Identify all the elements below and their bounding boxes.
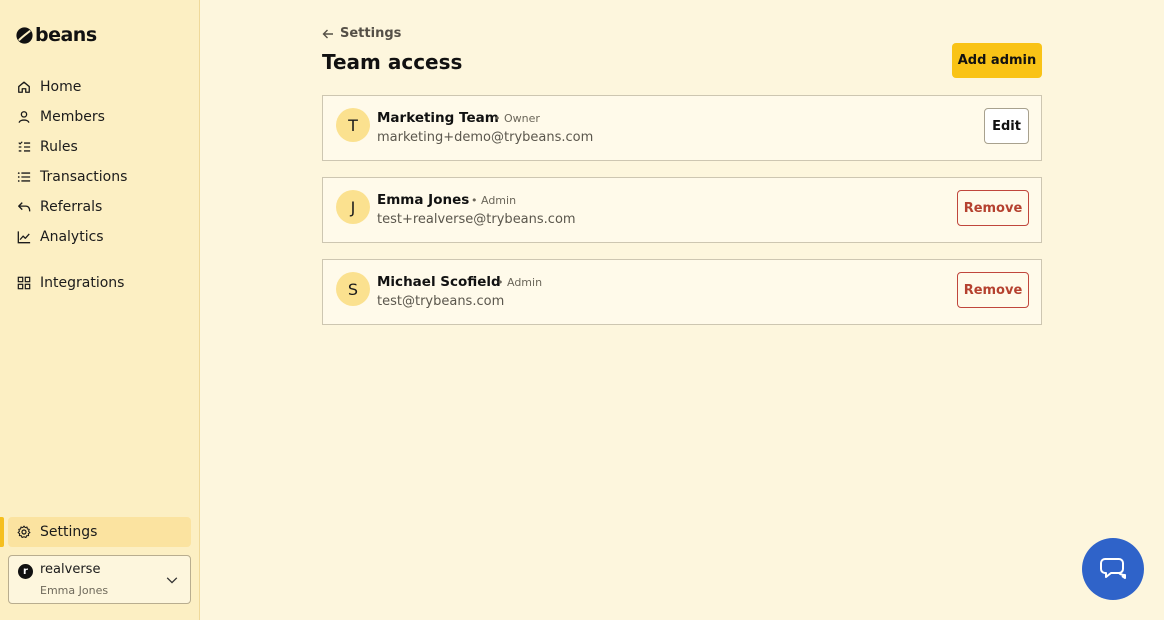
logo-text: beans [35,24,97,46]
member-card: S Michael Scofield • Admin test@trybeans… [322,259,1042,325]
sidebar-nav: Home Members Rules Transactions Referral… [0,72,200,252]
sidebar-nav-secondary: Integrations [0,268,200,298]
arrow-left-icon [322,29,333,38]
sidebar-item-home[interactable]: Home [0,72,200,102]
remove-button[interactable]: Remove [957,272,1029,308]
rules-icon [18,141,31,152]
back-link-label: Settings [340,26,402,41]
member-name: Michael Scofield [377,274,501,290]
member-card: T Marketing Team • Owner marketing+demo@… [322,95,1042,161]
member-role: • Admin [497,276,543,289]
logo[interactable]: beans [16,24,97,46]
home-icon [18,81,30,93]
avatar: S [336,272,370,306]
sidebar-item-label: Rules [40,139,78,155]
sidebar-item-analytics[interactable]: Analytics [0,222,200,252]
avatar: J [336,190,370,224]
sidebar-item-label: Home [40,79,82,95]
member-name: Marketing Team [377,110,499,126]
sidebar-item-label: Analytics [40,229,104,245]
sidebar-item-label: Referrals [40,199,103,215]
sidebar-item-rules[interactable]: Rules [0,132,200,162]
add-admin-button[interactable]: Add admin [952,43,1042,78]
member-email: marketing+demo@trybeans.com [377,130,594,145]
member-role: • Admin [471,194,517,207]
sidebar-item-label: Members [40,109,105,125]
active-indicator [0,517,4,547]
list-icon [17,172,31,182]
beans-logo-icon [16,26,33,44]
sidebar-item-integrations[interactable]: Integrations [0,268,200,298]
reply-arrow-icon [18,202,31,212]
grid-icon [17,276,31,290]
sidebar-item-transactions[interactable]: Transactions [0,162,200,192]
sidebar-item-referrals[interactable]: Referrals [0,192,200,222]
member-email: test+realverse@trybeans.com [377,212,576,227]
sidebar-item-label: Integrations [40,275,125,291]
account-logo: r [18,564,33,579]
chat-bubbles-icon [1100,558,1126,579]
gear-icon [17,525,31,539]
chart-icon [17,231,31,244]
chat-launcher-button[interactable] [1082,538,1144,600]
sidebar-item-settings[interactable]: Settings [8,517,191,547]
page-title: Team access [322,50,463,74]
remove-button[interactable]: Remove [957,190,1029,226]
sidebar: beans Home Members Rules Transactions Re… [0,0,200,620]
avatar: T [336,108,370,142]
account-switcher[interactable]: r realverse Emma Jones [8,555,191,604]
chevron-down-icon [166,577,178,584]
edit-button[interactable]: Edit [984,108,1029,144]
account-name: realverse [40,562,101,577]
member-card: J Emma Jones • Admin test+realverse@tryb… [322,177,1042,243]
user-icon [18,111,30,123]
member-email: test@trybeans.com [377,294,505,309]
member-role: • Owner [494,112,540,125]
sidebar-item-label: Transactions [40,169,128,185]
sidebar-item-label: Settings [40,524,98,540]
account-user: Emma Jones [40,584,109,597]
member-name: Emma Jones [377,192,470,208]
sidebar-item-members[interactable]: Members [0,102,200,132]
back-link[interactable]: Settings [322,26,401,41]
